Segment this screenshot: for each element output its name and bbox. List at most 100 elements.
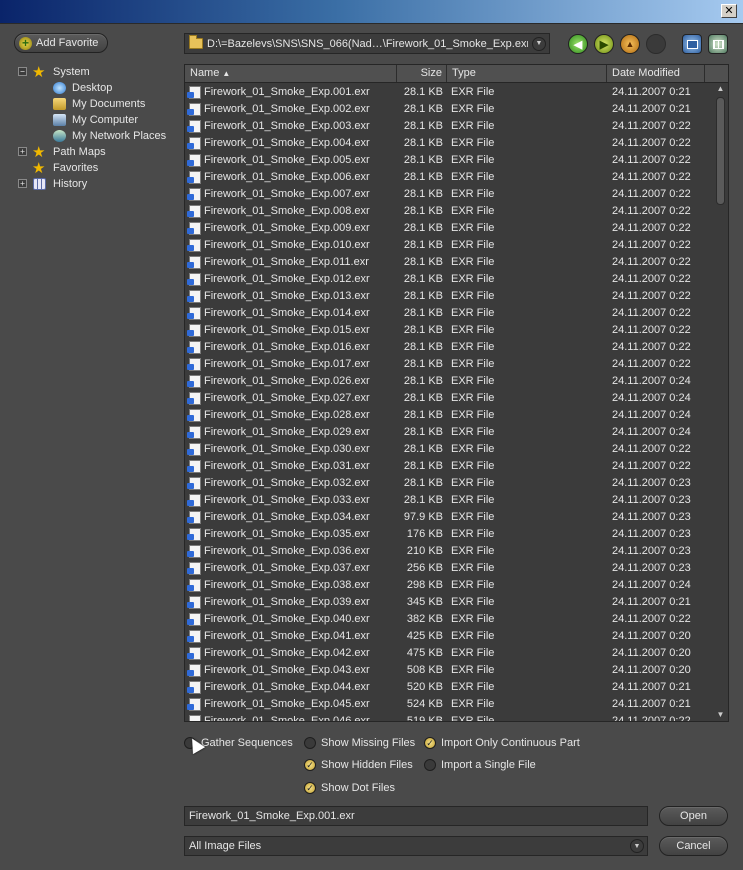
file-row[interactable]: Firework_01_Smoke_Exp.046.exr 519 KB EXR F… bbox=[185, 713, 715, 721]
column-header-name[interactable]: Name ▲ bbox=[185, 65, 397, 82]
tree-item-history[interactable]: + History bbox=[14, 176, 178, 192]
file-type: EXR File bbox=[451, 545, 495, 557]
new-folder-button[interactable]: ▲ bbox=[620, 34, 640, 54]
file-type: EXR File bbox=[451, 681, 495, 693]
exr-file-icon bbox=[187, 358, 201, 371]
show-dot-files-toggle[interactable]: ✓ bbox=[304, 782, 316, 794]
expand-icon[interactable]: + bbox=[18, 147, 27, 156]
path-combo[interactable]: D:\=Bazelevs\SNS\SNS_066(Nad…\Firework_0… bbox=[184, 33, 550, 54]
file-date: 24.11.2007 0:23 bbox=[612, 545, 691, 557]
forward-button[interactable]: ▶ bbox=[594, 34, 614, 54]
tree-item-my-network-places[interactable]: My Network Places bbox=[14, 128, 178, 144]
filename-input[interactable]: Firework_01_Smoke_Exp.001.exr bbox=[184, 806, 648, 826]
file-row[interactable]: Firework_01_Smoke_Exp.007.exr 28.1 KB EXR … bbox=[185, 186, 715, 203]
file-name: Firework_01_Smoke_Exp.006.exr bbox=[204, 171, 370, 183]
vertical-scrollbar[interactable]: ▲ ▼ bbox=[714, 83, 727, 721]
file-row[interactable]: Firework_01_Smoke_Exp.040.exr 382 KB EXR F… bbox=[185, 611, 715, 628]
option-show-hidden-files[interactable]: ✓ Show Hidden Files bbox=[304, 757, 413, 773]
tree-item-system[interactable]: − ★ System bbox=[14, 64, 178, 80]
file-date: 24.11.2007 0:22 bbox=[612, 239, 691, 251]
column-header-type[interactable]: Type bbox=[447, 65, 607, 82]
open-button[interactable]: Open bbox=[659, 806, 728, 826]
file-size: 28.1 KB bbox=[403, 256, 443, 268]
file-date: 24.11.2007 0:22 bbox=[612, 137, 691, 149]
scroll-down-icon[interactable]: ▼ bbox=[714, 709, 727, 721]
file-row[interactable]: Firework_01_Smoke_Exp.026.exr 28.1 KB EXR … bbox=[185, 373, 715, 390]
option-show-missing-files[interactable]: Show Missing Files bbox=[304, 735, 415, 751]
file-row[interactable]: Firework_01_Smoke_Exp.010.exr 28.1 KB EXR … bbox=[185, 237, 715, 254]
file-type: EXR File bbox=[451, 596, 495, 608]
back-button[interactable]: ◀ bbox=[568, 34, 588, 54]
file-row[interactable]: Firework_01_Smoke_Exp.035.exr 176 KB EXR F… bbox=[185, 526, 715, 543]
file-list[interactable]: Name ▲ Size Type Date Modified Firework_0… bbox=[184, 64, 729, 722]
file-type-select[interactable]: All Image Files ▼ bbox=[184, 836, 648, 856]
collapse-icon[interactable]: − bbox=[18, 67, 27, 76]
scroll-thumb[interactable] bbox=[716, 97, 725, 205]
option-import-single-file[interactable]: Import a Single File bbox=[424, 757, 536, 773]
file-row[interactable]: Firework_01_Smoke_Exp.045.exr 524 KB EXR F… bbox=[185, 696, 715, 713]
file-row[interactable]: Firework_01_Smoke_Exp.030.exr 28.1 KB EXR … bbox=[185, 441, 715, 458]
file-row[interactable]: Firework_01_Smoke_Exp.014.exr 28.1 KB EXR … bbox=[185, 305, 715, 322]
file-row[interactable]: Firework_01_Smoke_Exp.017.exr 28.1 KB EXR … bbox=[185, 356, 715, 373]
import-continuous-toggle[interactable]: ✓ bbox=[424, 737, 436, 749]
file-row[interactable]: Firework_01_Smoke_Exp.011.exr 28.1 KB EXR … bbox=[185, 254, 715, 271]
file-row[interactable]: Firework_01_Smoke_Exp.044.exr 520 KB EXR F… bbox=[185, 679, 715, 696]
file-row[interactable]: Firework_01_Smoke_Exp.013.exr 28.1 KB EXR … bbox=[185, 288, 715, 305]
file-row[interactable]: Firework_01_Smoke_Exp.001.exr 28.1 KB EXR … bbox=[185, 84, 715, 101]
file-row[interactable]: Firework_01_Smoke_Exp.008.exr 28.1 KB EXR … bbox=[185, 203, 715, 220]
tree-item-favorites[interactable]: ★ Favorites bbox=[14, 160, 178, 176]
show-hidden-files-toggle[interactable]: ✓ bbox=[304, 759, 316, 771]
details-view-button[interactable] bbox=[708, 34, 728, 54]
scroll-up-icon[interactable]: ▲ bbox=[714, 83, 727, 95]
file-row[interactable]: Firework_01_Smoke_Exp.033.exr 28.1 KB EXR … bbox=[185, 492, 715, 509]
file-row[interactable]: Firework_01_Smoke_Exp.038.exr 298 KB EXR F… bbox=[185, 577, 715, 594]
file-size: 28.1 KB bbox=[403, 341, 443, 353]
file-row[interactable]: Firework_01_Smoke_Exp.031.exr 28.1 KB EXR … bbox=[185, 458, 715, 475]
file-row[interactable]: Firework_01_Smoke_Exp.032.exr 28.1 KB EXR … bbox=[185, 475, 715, 492]
column-header-date[interactable]: Date Modified bbox=[607, 65, 705, 82]
close-button[interactable]: ✕ bbox=[721, 4, 737, 18]
thumbnail-view-button[interactable] bbox=[682, 34, 702, 54]
file-row[interactable]: Firework_01_Smoke_Exp.004.exr 28.1 KB EXR … bbox=[185, 135, 715, 152]
file-row[interactable]: Firework_01_Smoke_Exp.042.exr 475 KB EXR F… bbox=[185, 645, 715, 662]
exr-file-icon bbox=[187, 341, 201, 354]
exr-file-icon bbox=[187, 256, 201, 269]
column-header-size[interactable]: Size bbox=[397, 65, 447, 82]
file-row[interactable]: Firework_01_Smoke_Exp.012.exr 28.1 KB EXR … bbox=[185, 271, 715, 288]
list-header: Name ▲ Size Type Date Modified bbox=[185, 65, 728, 83]
file-row[interactable]: Firework_01_Smoke_Exp.034.exr 97.9 KB EXR … bbox=[185, 509, 715, 526]
expand-icon[interactable]: + bbox=[18, 179, 27, 188]
file-row[interactable]: Firework_01_Smoke_Exp.037.exr 256 KB EXR F… bbox=[185, 560, 715, 577]
file-row[interactable]: Firework_01_Smoke_Exp.015.exr 28.1 KB EXR … bbox=[185, 322, 715, 339]
file-row[interactable]: Firework_01_Smoke_Exp.036.exr 210 KB EXR F… bbox=[185, 543, 715, 560]
tree-item-path-maps[interactable]: + ★ Path Maps bbox=[14, 144, 178, 160]
option-show-dot-files[interactable]: ✓ Show Dot Files bbox=[304, 780, 395, 796]
file-row[interactable]: Firework_01_Smoke_Exp.005.exr 28.1 KB EXR … bbox=[185, 152, 715, 169]
chevron-down-icon[interactable]: ▼ bbox=[532, 36, 546, 51]
file-row[interactable]: Firework_01_Smoke_Exp.006.exr 28.1 KB EXR … bbox=[185, 169, 715, 186]
chevron-down-icon[interactable]: ▼ bbox=[630, 839, 644, 853]
file-row[interactable]: Firework_01_Smoke_Exp.029.exr 28.1 KB EXR … bbox=[185, 424, 715, 441]
tree-item-my-computer[interactable]: My Computer bbox=[14, 112, 178, 128]
file-row[interactable]: Firework_01_Smoke_Exp.039.exr 345 KB EXR F… bbox=[185, 594, 715, 611]
file-row[interactable]: Firework_01_Smoke_Exp.043.exr 508 KB EXR F… bbox=[185, 662, 715, 679]
file-row[interactable]: Firework_01_Smoke_Exp.009.exr 28.1 KB EXR … bbox=[185, 220, 715, 237]
file-row[interactable]: Firework_01_Smoke_Exp.016.exr 28.1 KB EXR … bbox=[185, 339, 715, 356]
option-import-continuous[interactable]: ✓ Import Only Continuous Part bbox=[424, 735, 580, 751]
file-row[interactable]: Firework_01_Smoke_Exp.003.exr 28.1 KB EXR … bbox=[185, 118, 715, 135]
file-row[interactable]: Firework_01_Smoke_Exp.027.exr 28.1 KB EXR … bbox=[185, 390, 715, 407]
file-row[interactable]: Firework_01_Smoke_Exp.041.exr 425 KB EXR F… bbox=[185, 628, 715, 645]
file-row[interactable]: Firework_01_Smoke_Exp.028.exr 28.1 KB EXR … bbox=[185, 407, 715, 424]
tree-item-desktop[interactable]: Desktop bbox=[14, 80, 178, 96]
file-row[interactable]: Firework_01_Smoke_Exp.002.exr 28.1 KB EXR … bbox=[185, 101, 715, 118]
add-favorite-button[interactable]: + Add Favorite bbox=[14, 33, 108, 53]
tree-label: Favorites bbox=[53, 162, 99, 174]
exr-file-icon bbox=[187, 596, 201, 609]
file-date: 24.11.2007 0:24 bbox=[612, 579, 691, 591]
computer-icon bbox=[53, 114, 66, 126]
file-date: 24.11.2007 0:22 bbox=[612, 613, 691, 625]
cancel-button[interactable]: Cancel bbox=[659, 836, 728, 856]
show-missing-files-toggle[interactable] bbox=[304, 737, 316, 749]
import-single-file-toggle[interactable] bbox=[424, 759, 436, 771]
tree-item-my-documents[interactable]: My Documents bbox=[14, 96, 178, 112]
